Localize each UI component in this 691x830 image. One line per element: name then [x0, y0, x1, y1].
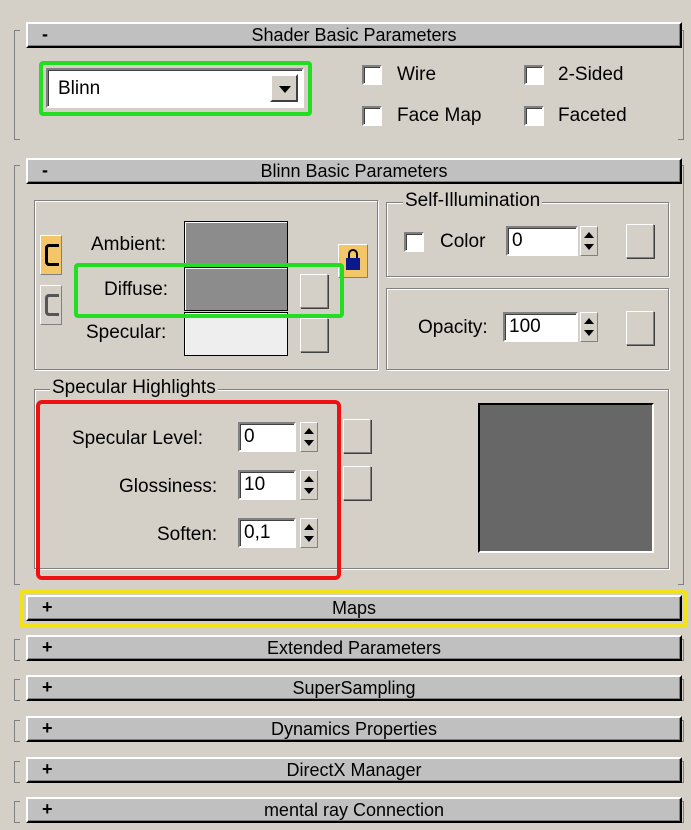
- rollout-header-extended-parameters[interactable]: + Extended Parameters: [26, 635, 682, 661]
- link-icon: [45, 294, 59, 316]
- self-illum-map-button[interactable]: [626, 224, 654, 258]
- ambient-label: Ambient:: [91, 234, 166, 255]
- rollout-frame-left: [14, 30, 20, 140]
- lock-ambient-diffuse-button[interactable]: [40, 235, 62, 275]
- highlight-maps-rollout: [19, 590, 687, 628]
- rollout-frame-left: [14, 679, 20, 701]
- rollout-frame-left: [14, 801, 20, 823]
- rollout-frame-left: [14, 720, 20, 742]
- two-sided-label: 2-Sided: [558, 64, 624, 85]
- faceted-checkbox[interactable]: [524, 106, 544, 126]
- rollout-shader-basic-header[interactable]: - Shader Basic Parameters: [26, 22, 682, 48]
- rollout-title: SuperSampling: [292, 678, 416, 698]
- rollout-title: Extended Parameters: [266, 638, 442, 658]
- faceted-label: Faceted: [558, 105, 627, 126]
- specular-label: Specular:: [86, 322, 167, 343]
- spinner-up-icon: [584, 318, 594, 324]
- self-illumination-title: Self-Illumination: [403, 190, 543, 212]
- rollout-frame-left: [14, 761, 20, 783]
- specular-level-map-button[interactable]: [343, 419, 371, 453]
- wire-label: Wire: [397, 64, 437, 85]
- rollout-title: Blinn Basic Parameters: [260, 161, 448, 181]
- self-illum-spinner[interactable]: [580, 226, 598, 256]
- rollout-frame-left: [14, 639, 20, 661]
- face-map-label: Face Map: [397, 105, 482, 126]
- spinner-down-icon: [584, 244, 594, 250]
- rollout-header-directx-manager[interactable]: + DirectX Manager: [26, 757, 682, 783]
- lock-icon: [346, 249, 360, 273]
- rollout-header-dynamics-properties[interactable]: + Dynamics Properties: [26, 716, 682, 742]
- rollout-header-mental-ray-connection[interactable]: + mental ray Connection: [26, 797, 682, 823]
- rollout-title: mental ray Connection: [263, 800, 445, 820]
- highlight-specular-highlights: [36, 400, 341, 580]
- self-illum-color-checkbox[interactable]: [404, 232, 424, 252]
- rollout-title: Shader Basic Parameters: [251, 25, 457, 45]
- link-icon: [45, 244, 59, 266]
- rollout-blinn-basic-header[interactable]: - Blinn Basic Parameters: [26, 158, 682, 184]
- opacity-map-button[interactable]: [626, 311, 654, 345]
- opacity-label: Opacity:: [418, 317, 488, 338]
- two-sided-checkbox[interactable]: [524, 65, 544, 85]
- specular-curve-preview: [478, 403, 654, 553]
- spinner-down-icon: [584, 330, 594, 336]
- lock-diffuse-specular-button[interactable]: [40, 285, 62, 325]
- opacity-value-field[interactable]: 100: [503, 312, 578, 342]
- self-illum-color-label: Color: [440, 231, 486, 252]
- rollout-header-supersampling[interactable]: + SuperSampling: [26, 675, 682, 701]
- rollout-frame-right: [678, 165, 684, 585]
- opacity-spinner[interactable]: [580, 312, 598, 342]
- glossiness-map-button[interactable]: [343, 466, 371, 500]
- specular-map-button[interactable]: [300, 318, 328, 352]
- specular-highlights-title: Specular Highlights: [50, 377, 218, 399]
- highlight-shader-dropdown: [39, 61, 312, 116]
- highlight-diffuse: [74, 263, 344, 318]
- ambient-color-swatch[interactable]: [184, 221, 288, 265]
- specular-color-swatch[interactable]: [184, 312, 288, 356]
- wire-checkbox[interactable]: [362, 65, 382, 85]
- spinner-up-icon: [584, 232, 594, 238]
- rollout-frame-left: [14, 165, 20, 585]
- self-illum-value-field[interactable]: 0: [506, 226, 578, 256]
- rollout-title: Dynamics Properties: [270, 719, 438, 739]
- face-map-checkbox[interactable]: [362, 106, 382, 126]
- rollout-title: DirectX Manager: [286, 760, 422, 780]
